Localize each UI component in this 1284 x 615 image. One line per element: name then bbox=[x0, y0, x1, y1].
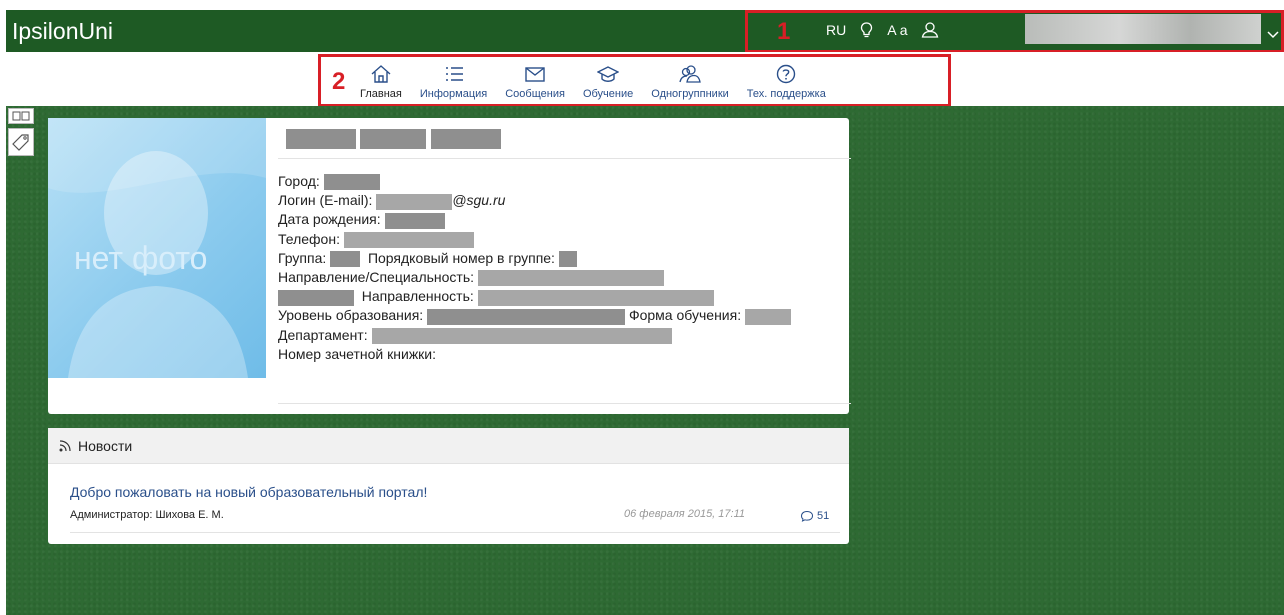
nav-item-information[interactable]: Информация bbox=[411, 56, 496, 100]
graduation-cap-icon bbox=[597, 66, 620, 82]
news-header-title: Новости bbox=[78, 437, 133, 454]
nav-item-label: Одногруппники bbox=[651, 88, 729, 100]
nav-item-support[interactable]: Тех. поддержка bbox=[738, 56, 835, 100]
record-book-label: Номер зачетной книжки: bbox=[278, 345, 437, 362]
nav-item-label: Обучение bbox=[582, 88, 634, 100]
profile-name-redacted bbox=[286, 129, 501, 149]
profile-bottom-divider bbox=[278, 403, 851, 404]
phone-label: Телефон: bbox=[278, 230, 340, 247]
news-comments-count: 51 bbox=[817, 510, 830, 522]
layout-toggle-button[interactable] bbox=[8, 108, 34, 124]
envelope-icon bbox=[525, 67, 545, 82]
brand-logo[interactable]: IpsilonUni bbox=[12, 18, 113, 45]
font-size-switch[interactable]: A a bbox=[887, 22, 907, 38]
city-label: Город: bbox=[278, 173, 320, 189]
main-nav: Главная Информация Сообщения Обучение Од… bbox=[324, 56, 835, 100]
nav-item-label: Тех. поддержка bbox=[746, 88, 826, 100]
news-panel: Новости Добро пожаловать на новый образо… bbox=[48, 428, 849, 544]
group-number-label: Порядковый номер в группе: bbox=[367, 249, 555, 266]
comment-icon bbox=[800, 510, 814, 522]
nav-item-classmates[interactable]: Одногруппники bbox=[642, 56, 738, 100]
login-domain: @sgu.ru bbox=[452, 192, 506, 209]
profile-card: нет фото Город: Логин (E-mail): @sgu.ru … bbox=[48, 118, 851, 414]
no-photo-text: нет фото bbox=[74, 240, 208, 276]
home-icon bbox=[371, 65, 391, 83]
header-tools: RU A a bbox=[826, 22, 939, 38]
nav-item-home[interactable]: Главная bbox=[351, 56, 411, 100]
question-icon bbox=[777, 64, 796, 84]
list-icon bbox=[445, 67, 463, 81]
news-item-comments[interactable]: 51 bbox=[800, 510, 829, 522]
language-switch[interactable]: RU bbox=[826, 22, 846, 38]
annotation-number-1: 1 bbox=[777, 18, 791, 45]
nav-item-label: Информация bbox=[419, 88, 488, 100]
users-icon bbox=[679, 65, 701, 83]
news-item-author: Администратор: Шихова Е. М. bbox=[70, 509, 224, 521]
study-form-label: Форма обучения: bbox=[628, 307, 742, 324]
nav-item-label: Сообщения bbox=[505, 88, 565, 100]
profile-photo-placeholder: нет фото bbox=[48, 118, 266, 378]
nav-item-education[interactable]: Обучение bbox=[574, 56, 642, 100]
nav-item-label: Главная bbox=[360, 88, 402, 100]
lightbulb-icon[interactable] bbox=[860, 22, 873, 38]
tag-button[interactable] bbox=[8, 128, 34, 156]
nav-item-messages[interactable]: Сообщения bbox=[496, 56, 574, 100]
group-label: Группа: bbox=[278, 249, 327, 266]
news-divider bbox=[70, 532, 840, 533]
profile-divider bbox=[278, 158, 851, 159]
direction-label: Направление/Специальность: bbox=[278, 269, 475, 286]
chevron-down-icon[interactable] bbox=[1267, 26, 1279, 44]
user-name-redacted[interactable] bbox=[1025, 14, 1261, 44]
profile-label: Направленность: bbox=[361, 288, 474, 305]
user-icon[interactable] bbox=[921, 22, 939, 38]
profile-fields: Город: Логин (E-mail): @sgu.ru Дата рожд… bbox=[278, 172, 791, 364]
rss-icon bbox=[59, 439, 71, 451]
education-level-label: Уровень образования: bbox=[278, 307, 424, 324]
department-label: Департамент: bbox=[278, 326, 368, 343]
news-item-date: 06 февраля 2015, 17:11 bbox=[624, 508, 746, 520]
grid-icon bbox=[12, 111, 30, 121]
news-header: Новости bbox=[48, 428, 849, 464]
login-label: Логин (E-mail): bbox=[278, 192, 373, 209]
news-item-title-link[interactable]: Добро пожаловать на новый образовательны… bbox=[70, 484, 427, 500]
tag-icon bbox=[12, 134, 29, 151]
birthdate-label: Дата рождения: bbox=[278, 211, 381, 228]
